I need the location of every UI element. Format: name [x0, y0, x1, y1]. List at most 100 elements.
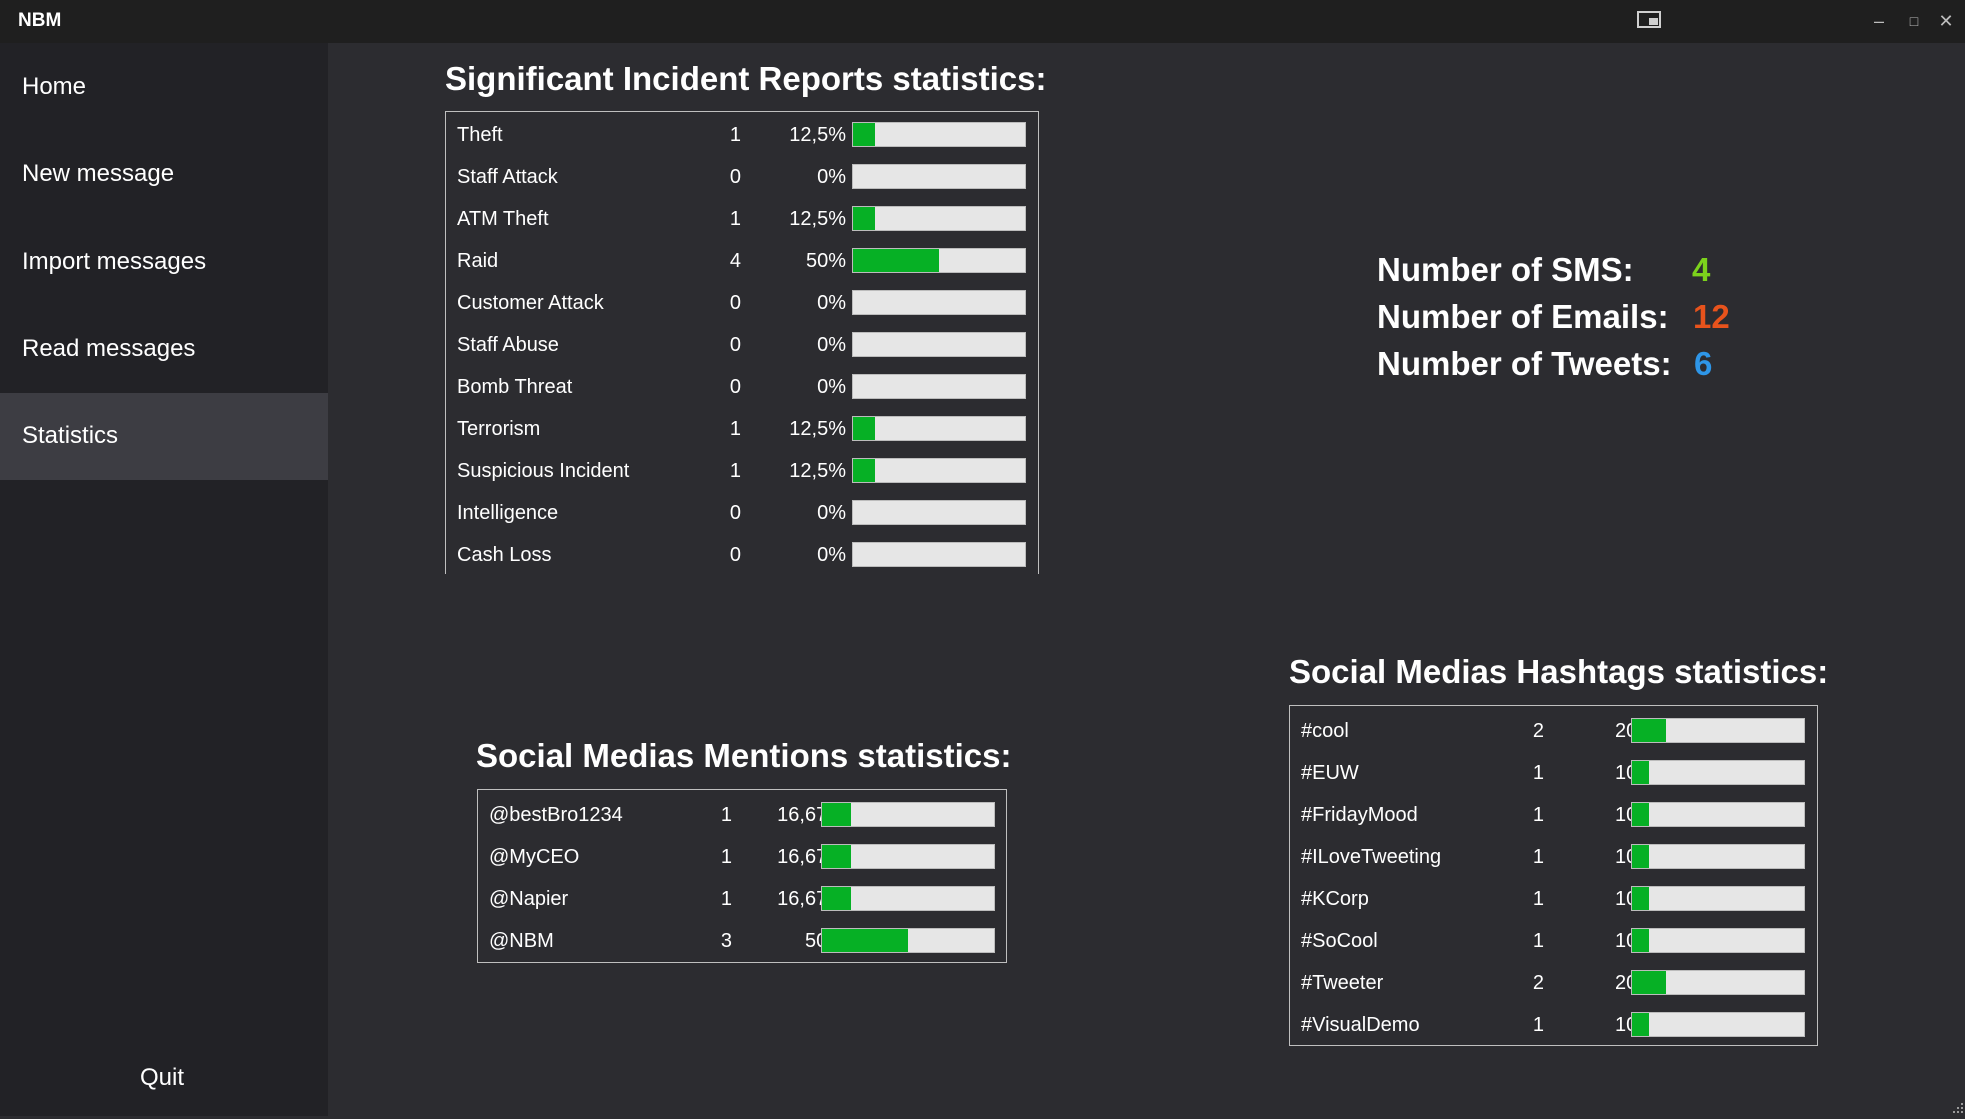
stat-percent: 50% — [805, 250, 846, 272]
stat-percent: 12,5% — [789, 460, 846, 482]
stat-label: @Napier — [489, 888, 569, 910]
stat-row: #KCorp110% — [1290, 878, 1817, 920]
progress-bar-fill — [822, 887, 851, 910]
stat-label: @NBM — [489, 930, 554, 952]
stat-count: 1 — [720, 888, 732, 910]
stat-row: Intelligence 0 0% — [446, 492, 1038, 534]
progress-bar — [821, 886, 995, 911]
progress-bar — [1631, 844, 1805, 869]
stat-count: 4 — [729, 250, 741, 272]
progress-bar-fill — [853, 207, 875, 230]
stat-label: Customer Attack — [457, 292, 604, 314]
stat-label: #VisualDemo — [1301, 1014, 1420, 1036]
stat-count: 1 — [1532, 888, 1544, 910]
stat-percent: 0% — [817, 376, 846, 398]
stat-percent: 0% — [817, 292, 846, 314]
progress-bar-fill — [853, 417, 875, 440]
progress-bar — [852, 164, 1026, 189]
stat-percent: 0% — [817, 334, 846, 356]
progress-bar-fill — [822, 803, 851, 826]
stat-count: 0 — [729, 292, 741, 314]
stat-row: ATM Theft 1 12,5% — [446, 198, 1038, 240]
stat-count: 0 — [729, 376, 741, 398]
stat-label: #KCorp — [1301, 888, 1369, 910]
app-title: NBM — [18, 10, 62, 31]
stat-label: @bestBro1234 — [489, 804, 623, 826]
stat-count: 1 — [1532, 930, 1544, 952]
incidents-title: Significant Incident Reports statistics: — [445, 60, 1047, 97]
stat-row: Staff Abuse 0 0% — [446, 324, 1038, 366]
minimize-icon[interactable]: – — [1864, 6, 1894, 36]
sidebar-item-statistics[interactable]: Statistics — [0, 393, 328, 480]
progress-bar — [1631, 928, 1805, 953]
stat-count: 2 — [1532, 720, 1544, 742]
pip-icon[interactable] — [1635, 8, 1665, 38]
stat-count: 0 — [729, 502, 741, 524]
progress-bar-fill — [1632, 971, 1667, 994]
progress-bar-fill — [1632, 761, 1650, 784]
stat-label: Staff Attack — [457, 166, 558, 188]
stat-row: @NBM350% — [478, 920, 1006, 962]
sms-count-label: Number of SMS: — [1377, 251, 1634, 288]
stat-count: 1 — [1532, 804, 1544, 826]
progress-bar — [852, 374, 1026, 399]
stat-count: 1 — [1532, 846, 1544, 868]
hashtags-title: Social Medias Hashtags statistics: — [1289, 653, 1829, 690]
stat-label: #EUW — [1301, 762, 1359, 784]
progress-bar — [1631, 1012, 1805, 1037]
stat-count: 1 — [720, 804, 732, 826]
stat-percent: 12,5% — [789, 418, 846, 440]
stat-count: 1 — [729, 208, 741, 230]
progress-bar-fill — [1632, 803, 1650, 826]
sidebar-item-import-messages[interactable]: Import messages — [0, 219, 328, 306]
stat-label: Bomb Threat — [457, 376, 573, 398]
close-icon[interactable]: ✕ — [1931, 6, 1961, 36]
stat-row: #Tweeter220% — [1290, 962, 1817, 1004]
stat-row: #SoCool110% — [1290, 920, 1817, 962]
quit-button[interactable]: Quit — [140, 1064, 184, 1092]
sidebar-item-home[interactable]: Home — [0, 44, 328, 131]
stat-label: #FridayMood — [1301, 804, 1418, 826]
progress-bar — [821, 928, 995, 953]
sidebar-item-label: Home — [22, 73, 87, 100]
progress-bar — [1631, 760, 1805, 785]
sidebar-item-label: Import messages — [22, 248, 207, 275]
progress-bar — [852, 500, 1026, 525]
progress-bar — [852, 248, 1026, 273]
emails-count-label: Number of Emails: — [1377, 298, 1669, 335]
stat-percent: 12,5% — [789, 208, 846, 230]
stat-row: #FridayMood110% — [1290, 794, 1817, 836]
stat-label: #SoCool — [1301, 930, 1378, 952]
stat-percent: 0% — [817, 166, 846, 188]
sidebar-item-read-messages[interactable]: Read messages — [0, 306, 328, 393]
stat-percent: 0% — [817, 544, 846, 566]
progress-bar-fill — [822, 929, 908, 952]
stat-count: 0 — [729, 544, 741, 566]
stat-label: #ILoveTweeting — [1301, 846, 1442, 868]
mentions-title: Social Medias Mentions statistics: — [476, 737, 1012, 774]
stat-row: #VisualDemo110% — [1290, 1004, 1817, 1046]
stat-label: Raid — [457, 250, 499, 272]
stat-count: 3 — [720, 930, 732, 952]
emails-count-value: 12 — [1693, 298, 1730, 335]
hashtags-panel: #cool220%#EUW110%#FridayMood110%#ILoveTw… — [1289, 705, 1818, 1046]
tweets-count-label: Number of Tweets: — [1377, 345, 1672, 382]
stat-count: 0 — [729, 334, 741, 356]
sidebar-item-label: New message — [22, 160, 175, 187]
stat-count: 1 — [1532, 762, 1544, 784]
stat-row: Staff Attack 0 0% — [446, 156, 1038, 198]
progress-bar-fill — [822, 845, 851, 868]
stat-row: Bomb Threat 0 0% — [446, 366, 1038, 408]
progress-bar-fill — [1632, 719, 1667, 742]
mentions-panel: @bestBro1234 1 16,67% @MyCEO 1 16,67% @Napier 1… — [477, 789, 1007, 963]
progress-bar — [852, 122, 1026, 147]
sidebar-item-new-message[interactable]: New message — [0, 131, 328, 218]
incidents-panel: Theft 1 12,5% Staff Attack 0 0% ATM Theft 1 12,5… — [445, 111, 1039, 574]
stat-label: Suspicious Incident — [457, 460, 630, 482]
stat-row: Terrorism 1 12,5% — [446, 408, 1038, 450]
title-bar: NBM – □ ✕ — [0, 0, 1965, 43]
resize-grip-icon[interactable] — [1950, 1100, 1964, 1114]
stat-row: Cash Loss 0 0% — [446, 534, 1038, 576]
maximize-icon[interactable]: □ — [1899, 6, 1929, 36]
progress-bar — [852, 458, 1026, 483]
